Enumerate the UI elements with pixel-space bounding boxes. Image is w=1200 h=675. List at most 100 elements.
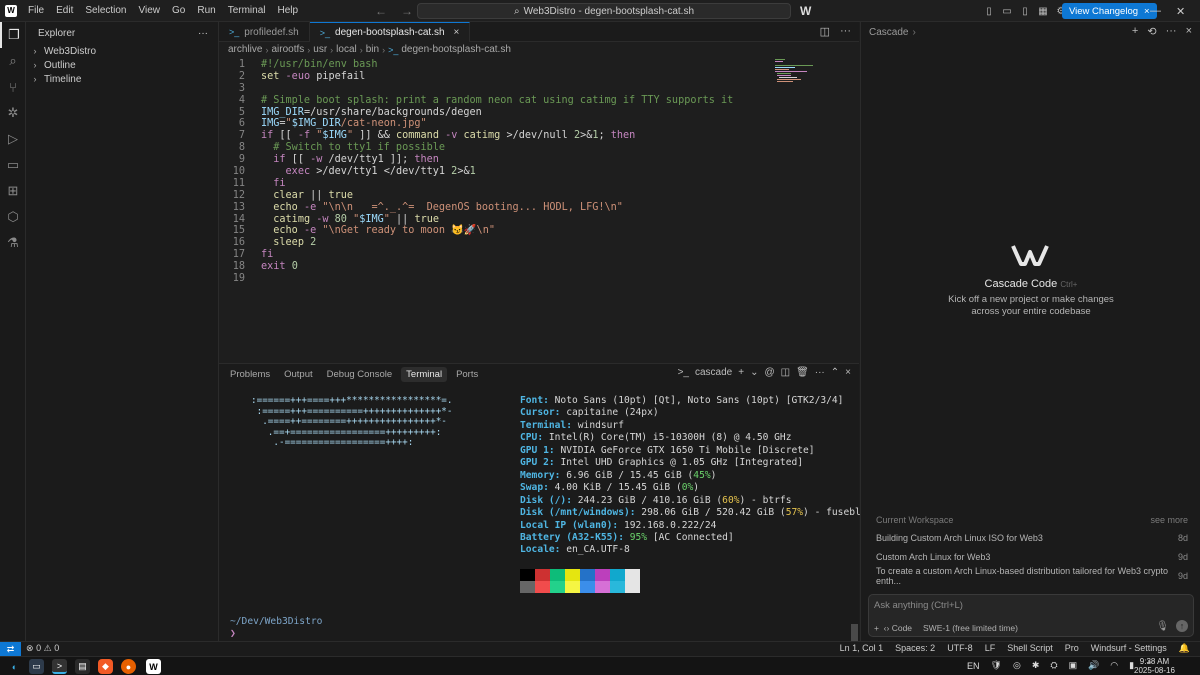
windsurf-app-icon[interactable]: W: [146, 659, 161, 674]
menu-terminal[interactable]: Terminal: [222, 0, 272, 22]
debug-icon[interactable]: ✲: [0, 100, 26, 126]
close-panel-icon[interactable]: ×: [845, 367, 851, 378]
brave-browser-icon[interactable]: ◆: [98, 659, 113, 674]
close-icon[interactable]: ×: [454, 27, 460, 38]
split-editor-icon[interactable]: ◫: [820, 25, 830, 38]
forward-arrow-icon[interactable]: →: [401, 4, 413, 18]
code-line[interactable]: 1 #!/usr/bin/env bash: [219, 59, 859, 71]
section-outline[interactable]: › Outline: [26, 58, 218, 72]
split-terminal-icon[interactable]: ◫: [781, 367, 790, 378]
volume-icon[interactable]: 🔊: [1088, 660, 1099, 671]
toggle-sidebar-icon[interactable]: ▯: [983, 5, 995, 17]
code-line[interactable]: 8 # Switch to tty1 if possible: [219, 142, 859, 154]
code-line[interactable]: 16 sleep 2: [219, 237, 859, 249]
menu-edit[interactable]: Edit: [50, 0, 79, 22]
tab-debug-console[interactable]: Debug Console: [322, 367, 398, 382]
keyboard-language[interactable]: EN: [967, 661, 980, 671]
microphone-icon[interactable]: 🎙: [1156, 621, 1169, 632]
problems-status[interactable]: ⊗ 0 ⚠ 0: [26, 643, 59, 654]
tab-terminal[interactable]: Terminal: [401, 366, 448, 382]
toggle-panel-icon[interactable]: ▭: [1001, 5, 1013, 17]
minimize-icon[interactable]: —: [1150, 5, 1161, 17]
code-editor[interactable]: 1 #!/usr/bin/env bash 2 set -euo pipefail 3 4…: [219, 59, 859, 285]
see-more-link[interactable]: see more: [1150, 515, 1188, 525]
more-actions-icon[interactable]: ···: [198, 28, 208, 39]
menu-view[interactable]: View: [133, 0, 167, 22]
encoding[interactable]: UTF-8: [947, 643, 973, 654]
cascade-header[interactable]: Cascade: [869, 27, 908, 38]
wifi-icon[interactable]: ◠: [1110, 660, 1118, 671]
files-icon[interactable]: ▤: [75, 659, 90, 674]
breadcrumb-item[interactable]: degen-bootsplash-cat.sh: [401, 44, 511, 55]
send-icon[interactable]: ↑: [1176, 620, 1188, 632]
network-icon[interactable]: ⛭: [1050, 660, 1057, 671]
code-line[interactable]: 18 exit 0: [219, 261, 859, 273]
tab-problems[interactable]: Problems: [225, 367, 275, 382]
code-line[interactable]: 7 if [[ -f "$IMG" ]] && command -v catimg…: [219, 130, 859, 142]
breadcrumb-item[interactable]: archlive: [228, 44, 262, 55]
trash-icon[interactable]: 🗑: [796, 367, 809, 378]
extensions-icon[interactable]: ⊞: [0, 178, 26, 204]
breadcrumb-item[interactable]: usr: [313, 44, 327, 55]
code-line[interactable]: 12 clear || true: [219, 190, 859, 202]
tab-profiledef[interactable]: >_ profiledef.sh: [219, 22, 310, 42]
toggle-secondary-sidebar-icon[interactable]: ▯: [1019, 5, 1031, 17]
indentation[interactable]: Spaces: 2: [895, 643, 935, 654]
close-icon[interactable]: ×: [1144, 6, 1150, 17]
conversation-item[interactable]: To create a custom Arch Linux-based dist…: [876, 566, 1188, 586]
bluetooth-icon[interactable]: ✱: [1032, 660, 1040, 671]
code-line[interactable]: 11 fi: [219, 178, 859, 190]
section-web3distro[interactable]: › Web3Distro: [26, 44, 218, 58]
terminal-app-icon[interactable]: >: [52, 659, 67, 674]
breadcrumb-item[interactable]: airootfs: [271, 44, 304, 55]
code-line[interactable]: 19: [219, 273, 859, 285]
conversation-item[interactable]: Custom Arch Linux for Web3 9d: [876, 549, 1188, 565]
conversation-item[interactable]: Building Custom Arch Linux ISO for Web3 …: [876, 530, 1188, 546]
remote-icon[interactable]: ⇄: [0, 642, 21, 656]
chevron-down-icon[interactable]: ⌄: [750, 367, 758, 378]
menu-go[interactable]: Go: [166, 0, 191, 22]
breadcrumb-item[interactable]: bin: [366, 44, 379, 55]
terminal-view[interactable]: :======+++====+++*****************=. :==…: [219, 384, 867, 656]
close-icon[interactable]: ×: [1186, 25, 1192, 38]
more-actions-icon[interactable]: ···: [840, 25, 851, 38]
breadcrumb-item[interactable]: local: [336, 44, 357, 55]
code-line[interactable]: 5 IMG_DIR=/usr/share/backgrounds/degen: [219, 107, 859, 119]
windsurf-settings[interactable]: Windsurf - Settings: [1091, 643, 1167, 654]
at-icon[interactable]: @: [764, 367, 774, 378]
back-arrow-icon[interactable]: ←: [375, 4, 387, 18]
more-actions-icon[interactable]: ···: [1166, 25, 1177, 38]
menu-run[interactable]: Run: [191, 0, 221, 22]
tab-output[interactable]: Output: [279, 367, 318, 382]
search-icon[interactable]: ⌕: [0, 48, 26, 74]
close-window-icon[interactable]: ✕: [1176, 5, 1185, 18]
package-icon[interactable]: ⬡: [0, 204, 26, 230]
remote-explorer-icon[interactable]: ▭: [0, 152, 26, 178]
toolbox-icon[interactable]: 🛡: [991, 660, 1002, 671]
new-terminal-icon[interactable]: +: [738, 367, 744, 378]
menu-selection[interactable]: Selection: [79, 0, 132, 22]
run-icon[interactable]: ▷: [0, 126, 26, 152]
windsurf-wave-icon[interactable]: W: [800, 4, 811, 18]
more-actions-icon[interactable]: ···: [815, 367, 825, 378]
cursor-position[interactable]: Ln 1, Col 1: [840, 643, 884, 654]
code-line[interactable]: 3: [219, 83, 859, 95]
firefox-icon[interactable]: ●: [121, 659, 136, 674]
explorer-icon[interactable]: ❐: [0, 22, 26, 48]
new-chat-icon[interactable]: +: [1132, 25, 1138, 38]
customize-layout-icon[interactable]: ▦: [1037, 5, 1049, 17]
menu-file[interactable]: File: [22, 0, 50, 22]
clipboard-icon[interactable]: ▣: [1069, 660, 1078, 671]
section-timeline[interactable]: › Timeline: [26, 72, 218, 86]
code-line[interactable]: 17 fi: [219, 249, 859, 261]
code-line[interactable]: 9 if [[ -w /dev/tty1 ]]; then: [219, 154, 859, 166]
bell-icon[interactable]: 🔔: [1179, 643, 1190, 654]
model-selector[interactable]: SWE-1 (free limited time): [923, 623, 1018, 633]
testing-icon[interactable]: ⚗: [0, 230, 26, 256]
code-line[interactable]: 4 # Simple boot splash: print a random ne…: [219, 95, 859, 107]
plan-badge[interactable]: Pro: [1065, 643, 1079, 654]
ask-input[interactable]: Ask anything (Ctrl+L) + ‹› Code SWE-1 (f…: [868, 594, 1194, 637]
line-ending[interactable]: LF: [985, 643, 996, 654]
start-menu-icon[interactable]: ◐: [7, 659, 22, 674]
code-line[interactable]: 10 exec >/dev/tty1 </dev/tty1 2>&1: [219, 166, 859, 178]
